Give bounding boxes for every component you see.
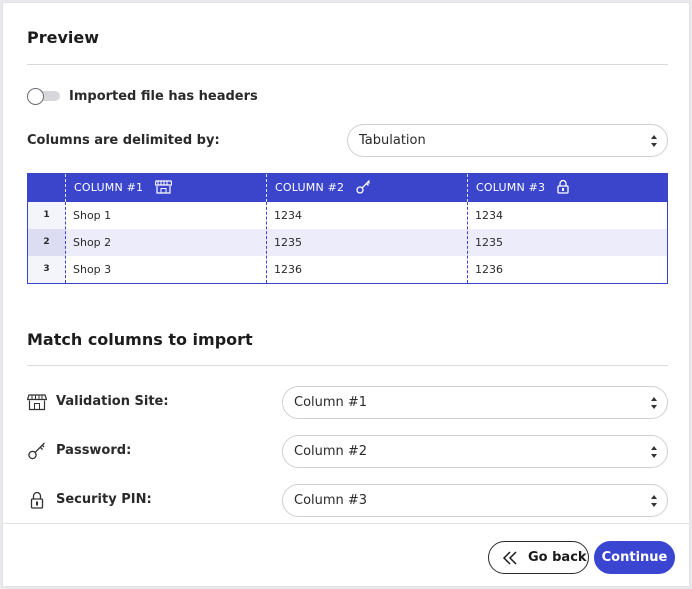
- security-pin-select[interactable]: Column #3: [282, 484, 668, 517]
- header-index-cell: [28, 174, 65, 202]
- row-index: 2: [28, 229, 65, 256]
- headers-toggle-label: Imported file has headers: [69, 89, 258, 104]
- go-back-label: Go back: [528, 550, 587, 565]
- toggle-knob: [27, 88, 44, 105]
- column-header-2: COLUMN #2: [266, 174, 467, 202]
- delimiter-select-value: Tabulation: [359, 133, 426, 148]
- divider: [27, 64, 668, 65]
- validation-site-select[interactable]: Column #1: [282, 386, 668, 419]
- key-icon: [356, 180, 370, 194]
- key-icon: [28, 442, 45, 460]
- shop-icon: [27, 394, 47, 411]
- table-cell: 1235: [274, 236, 302, 249]
- select-caret-icon: [651, 495, 657, 507]
- match-row-password: Password:: [27, 435, 277, 468]
- table-cell: Shop 3: [73, 263, 112, 276]
- table-row: 1 Shop 1 1234 1234: [28, 202, 667, 229]
- select-caret-icon: [651, 397, 657, 409]
- security-pin-label: Security PIN:: [56, 492, 152, 507]
- column-divider: [266, 202, 267, 283]
- match-title: Match columns to import: [27, 330, 253, 349]
- validation-site-label: Validation Site:: [56, 394, 169, 409]
- delimiter-label: Columns are delimited by:: [27, 133, 220, 148]
- table-cell: Shop 1: [73, 209, 112, 222]
- preview-table: COLUMN #1 COLUMN #2 COLUMN #3 1 Shop 1 1…: [27, 173, 668, 284]
- table-row: 2 Shop 2 1235 1235: [28, 229, 667, 256]
- table-header-row: COLUMN #1 COLUMN #2 COLUMN #3: [28, 174, 667, 202]
- security-pin-select-value: Column #3: [294, 493, 368, 508]
- table-cell: 1234: [475, 209, 503, 222]
- column-divider: [65, 174, 66, 202]
- lock-icon: [30, 491, 44, 509]
- table-cell: 1236: [475, 263, 503, 276]
- column-divider: [467, 174, 468, 202]
- delimiter-select[interactable]: Tabulation: [347, 124, 668, 157]
- select-caret-icon: [651, 135, 657, 147]
- go-back-button[interactable]: Go back: [488, 541, 589, 574]
- table-row: 3 Shop 3 1236 1236: [28, 256, 667, 283]
- continue-button[interactable]: Continue: [594, 541, 675, 574]
- row-index: 3: [28, 256, 65, 283]
- table-cell: Shop 2: [73, 236, 112, 249]
- preview-title: Preview: [27, 28, 100, 47]
- row-index: 1: [28, 202, 65, 229]
- column-divider: [65, 202, 66, 283]
- import-dialog: Preview Imported file has headers Column…: [2, 2, 690, 587]
- double-chevron-left-icon: [502, 551, 517, 565]
- lock-icon: [557, 179, 569, 194]
- table-cell: 1236: [274, 263, 302, 276]
- password-label: Password:: [56, 443, 132, 458]
- column-header-1: COLUMN #1: [65, 174, 266, 202]
- table-cell: 1235: [475, 236, 503, 249]
- shop-icon: [154, 179, 172, 194]
- password-select-value: Column #2: [294, 444, 368, 459]
- password-select[interactable]: Column #2: [282, 435, 668, 468]
- column-divider: [266, 174, 267, 202]
- table-cell: 1234: [274, 209, 302, 222]
- dialog-footer: Go back Continue: [3, 523, 689, 586]
- headers-toggle[interactable]: [27, 88, 60, 105]
- column-divider: [467, 202, 468, 283]
- divider: [27, 365, 668, 366]
- match-row-security-pin: Security PIN:: [27, 484, 277, 517]
- select-caret-icon: [651, 446, 657, 458]
- validation-site-select-value: Column #1: [294, 395, 368, 410]
- column-header-3: COLUMN #3: [467, 174, 667, 202]
